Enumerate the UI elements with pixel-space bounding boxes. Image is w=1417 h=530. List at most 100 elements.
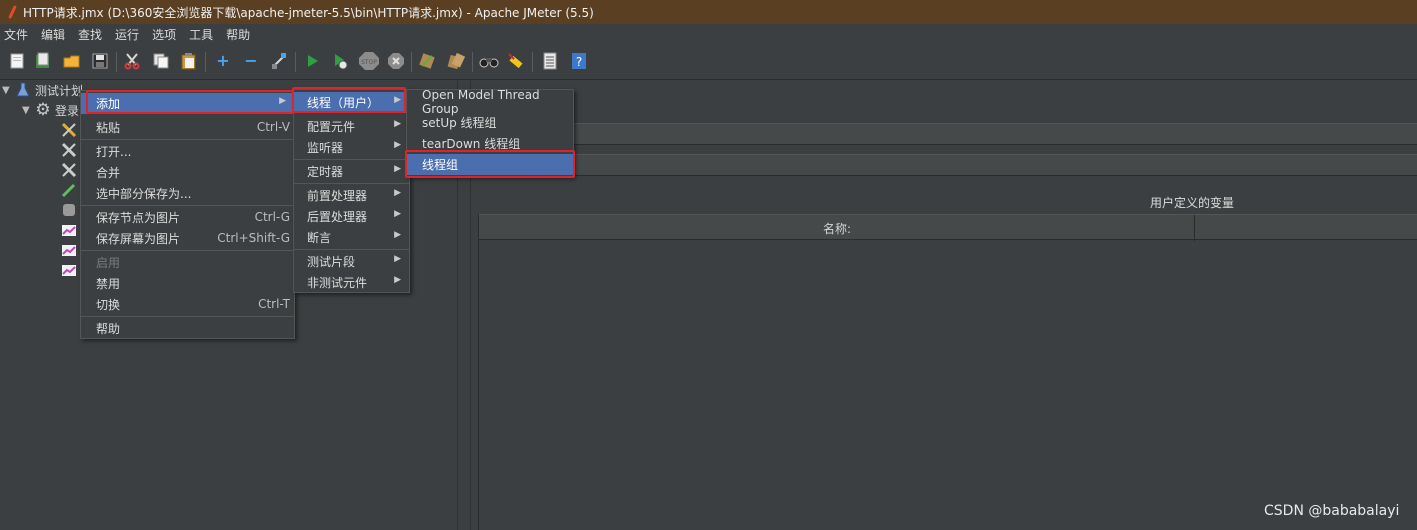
menu-item-paste[interactable]: 粘贴 Ctrl-V xyxy=(81,117,294,138)
function-helper-icon[interactable] xyxy=(540,51,560,71)
menu-options[interactable]: 选项 xyxy=(152,26,176,43)
menu-file[interactable]: 文件 xyxy=(4,26,28,43)
start-no-pause-icon[interactable] xyxy=(330,51,350,71)
menu-item-toggle[interactable]: 切换 Ctrl-T xyxy=(81,294,294,315)
menu-item-teardown-thread-group[interactable]: tearDown 线程组 xyxy=(407,133,573,154)
menu-item-listener[interactable]: 监听器 ▶ xyxy=(294,137,409,158)
menu-item-shortcut: Ctrl-G xyxy=(254,210,290,224)
tree-node-test-plan[interactable]: ▼ 测试计划 xyxy=(2,80,83,100)
menu-tools[interactable]: 工具 xyxy=(189,26,213,43)
menu-item-test-fragment[interactable]: 测试片段 ▶ xyxy=(294,251,409,272)
tree-node-config[interactable] xyxy=(60,140,81,160)
chevron-right-icon: ▶ xyxy=(394,140,401,150)
wrench-icon xyxy=(60,141,78,159)
pipette-icon xyxy=(60,181,78,199)
new-icon[interactable] xyxy=(7,51,27,71)
variables-caption: 用户定义的变量 xyxy=(1150,196,1235,210)
stop-icon[interactable]: STOP xyxy=(357,51,381,71)
tree-node-thread-group[interactable]: ▼ ⚙ 登录 xyxy=(22,100,79,120)
help-icon[interactable]: ? xyxy=(569,51,589,71)
chevron-right-icon: ▶ xyxy=(394,164,401,174)
variables-table[interactable]: 名称: xyxy=(478,214,1417,530)
menu-item-label: 监听器 xyxy=(307,141,344,155)
menu-item-config-element[interactable]: 配置元件 ▶ xyxy=(294,116,409,137)
cut-icon[interactable] xyxy=(122,51,142,71)
menu-item-label: 打开... xyxy=(96,145,132,159)
expand-icon[interactable]: + xyxy=(213,51,233,71)
save-icon[interactable] xyxy=(90,51,110,71)
menu-item-disable[interactable]: 禁用 xyxy=(81,273,294,294)
menu-item-shortcut: Ctrl+Shift-G xyxy=(217,231,290,245)
tree-node-listener[interactable] xyxy=(60,220,81,240)
svg-text:?: ? xyxy=(576,55,582,69)
column-header-name[interactable]: 名称: xyxy=(479,215,1195,241)
chevron-right-icon: ▶ xyxy=(394,230,401,240)
tree-node-sampler[interactable] xyxy=(60,180,81,200)
menu-item-shortcut: Ctrl-V xyxy=(256,120,290,134)
menu-item-label: 配置元件 xyxy=(307,120,356,134)
menu-item-label: 添加 xyxy=(96,97,121,111)
clear-icon[interactable] xyxy=(417,51,437,71)
menu-item-label: 选中部分保存为... xyxy=(96,187,192,201)
shutdown-icon[interactable] xyxy=(386,51,406,71)
menu-edit[interactable]: 编辑 xyxy=(41,26,65,43)
menu-item-save-screen-image[interactable]: 保存屏幕为图片 Ctrl+Shift-G xyxy=(81,228,294,249)
open-icon[interactable] xyxy=(62,51,82,71)
chevron-right-icon: ▶ xyxy=(394,275,401,285)
menu-item-non-test-elements[interactable]: 非测试元件 ▶ xyxy=(294,272,409,293)
chevron-right-icon: ▶ xyxy=(279,96,286,106)
context-menu: 添加 ▶ 粘贴 Ctrl-V 打开... 合并 选中部分保存为... 保存节点为… xyxy=(80,90,295,339)
menu-item-save-selection[interactable]: 选中部分保存为... xyxy=(81,183,294,204)
menu-item-open[interactable]: 打开... xyxy=(81,141,294,162)
menu-item-thread-group[interactable]: 线程组 xyxy=(407,154,573,175)
element-icon xyxy=(60,201,78,219)
threads-submenu: Open Model Thread Group setUp 线程组 tearDo… xyxy=(406,88,574,177)
menu-item-save-node-image[interactable]: 保存节点为图片 Ctrl-G xyxy=(81,207,294,228)
table-header: 名称: xyxy=(479,214,1417,241)
copy-icon[interactable] xyxy=(151,51,171,71)
menu-item-label: 粘贴 xyxy=(96,121,121,135)
menu-item-add[interactable]: 添加 ▶ xyxy=(81,93,294,114)
menu-item-pre-processor[interactable]: 前置处理器 ▶ xyxy=(294,185,409,206)
reset-search-icon[interactable] xyxy=(506,51,526,71)
wrench-icon xyxy=(60,121,78,139)
menu-help[interactable]: 帮助 xyxy=(226,26,250,43)
menu-item-timer[interactable]: 定时器 ▶ xyxy=(294,161,409,182)
start-icon[interactable] xyxy=(302,51,322,71)
templates-icon[interactable] xyxy=(33,51,53,71)
menu-item-merge[interactable]: 合并 xyxy=(81,162,294,183)
paste-icon[interactable] xyxy=(179,51,199,71)
clear-all-icon[interactable] xyxy=(446,51,466,71)
menu-item-label: 前置处理器 xyxy=(307,189,368,203)
menu-item-setup-thread-group[interactable]: setUp 线程组 xyxy=(407,112,573,133)
menu-item-assertion[interactable]: 断言 ▶ xyxy=(294,227,409,248)
tree-node-listener[interactable] xyxy=(60,240,81,260)
chevron-down-icon[interactable]: ▼ xyxy=(2,85,14,96)
menu-item-post-processor[interactable]: 后置处理器 ▶ xyxy=(294,206,409,227)
tree-node-config[interactable] xyxy=(60,120,81,140)
menu-item-label: 合并 xyxy=(96,166,121,180)
chevron-right-icon: ▶ xyxy=(394,188,401,198)
search-icon[interactable] xyxy=(479,51,499,71)
menu-bar: 文件 编辑 查找 运行 选项 工具 帮助 xyxy=(0,24,1417,44)
menu-item-label: 非测试元件 xyxy=(307,276,368,290)
tree-node-element[interactable] xyxy=(60,200,81,220)
menu-item-label: 线程（用户） xyxy=(307,96,380,110)
menu-search[interactable]: 查找 xyxy=(78,26,102,43)
toggle-icon[interactable] xyxy=(269,51,289,71)
gear-icon: ⚙ xyxy=(35,100,51,120)
menu-item-label: 保存屏幕为图片 xyxy=(96,232,181,246)
tree-node-label: 测试计划 xyxy=(35,83,84,98)
collapse-icon[interactable]: − xyxy=(241,51,261,71)
tree-node-config[interactable] xyxy=(60,160,81,180)
title-bar: HTTP请求.jmx (D:\360安全浏览器下载\apache-jmeter-… xyxy=(0,0,1417,24)
tree-node-listener[interactable] xyxy=(60,260,81,280)
menu-item-open-model-thread-group[interactable]: Open Model Thread Group xyxy=(407,88,573,116)
menu-run[interactable]: 运行 xyxy=(115,26,139,43)
menu-item-threads[interactable]: 线程（用户） ▶ xyxy=(294,92,409,113)
chevron-down-icon[interactable]: ▼ xyxy=(22,105,34,116)
window-title: HTTP请求.jmx (D:\360安全浏览器下载\apache-jmeter-… xyxy=(23,5,594,20)
menu-item-enable: 启用 xyxy=(81,252,294,273)
menu-item-help[interactable]: 帮助 xyxy=(81,318,294,339)
menu-item-label: 切换 xyxy=(96,298,121,312)
